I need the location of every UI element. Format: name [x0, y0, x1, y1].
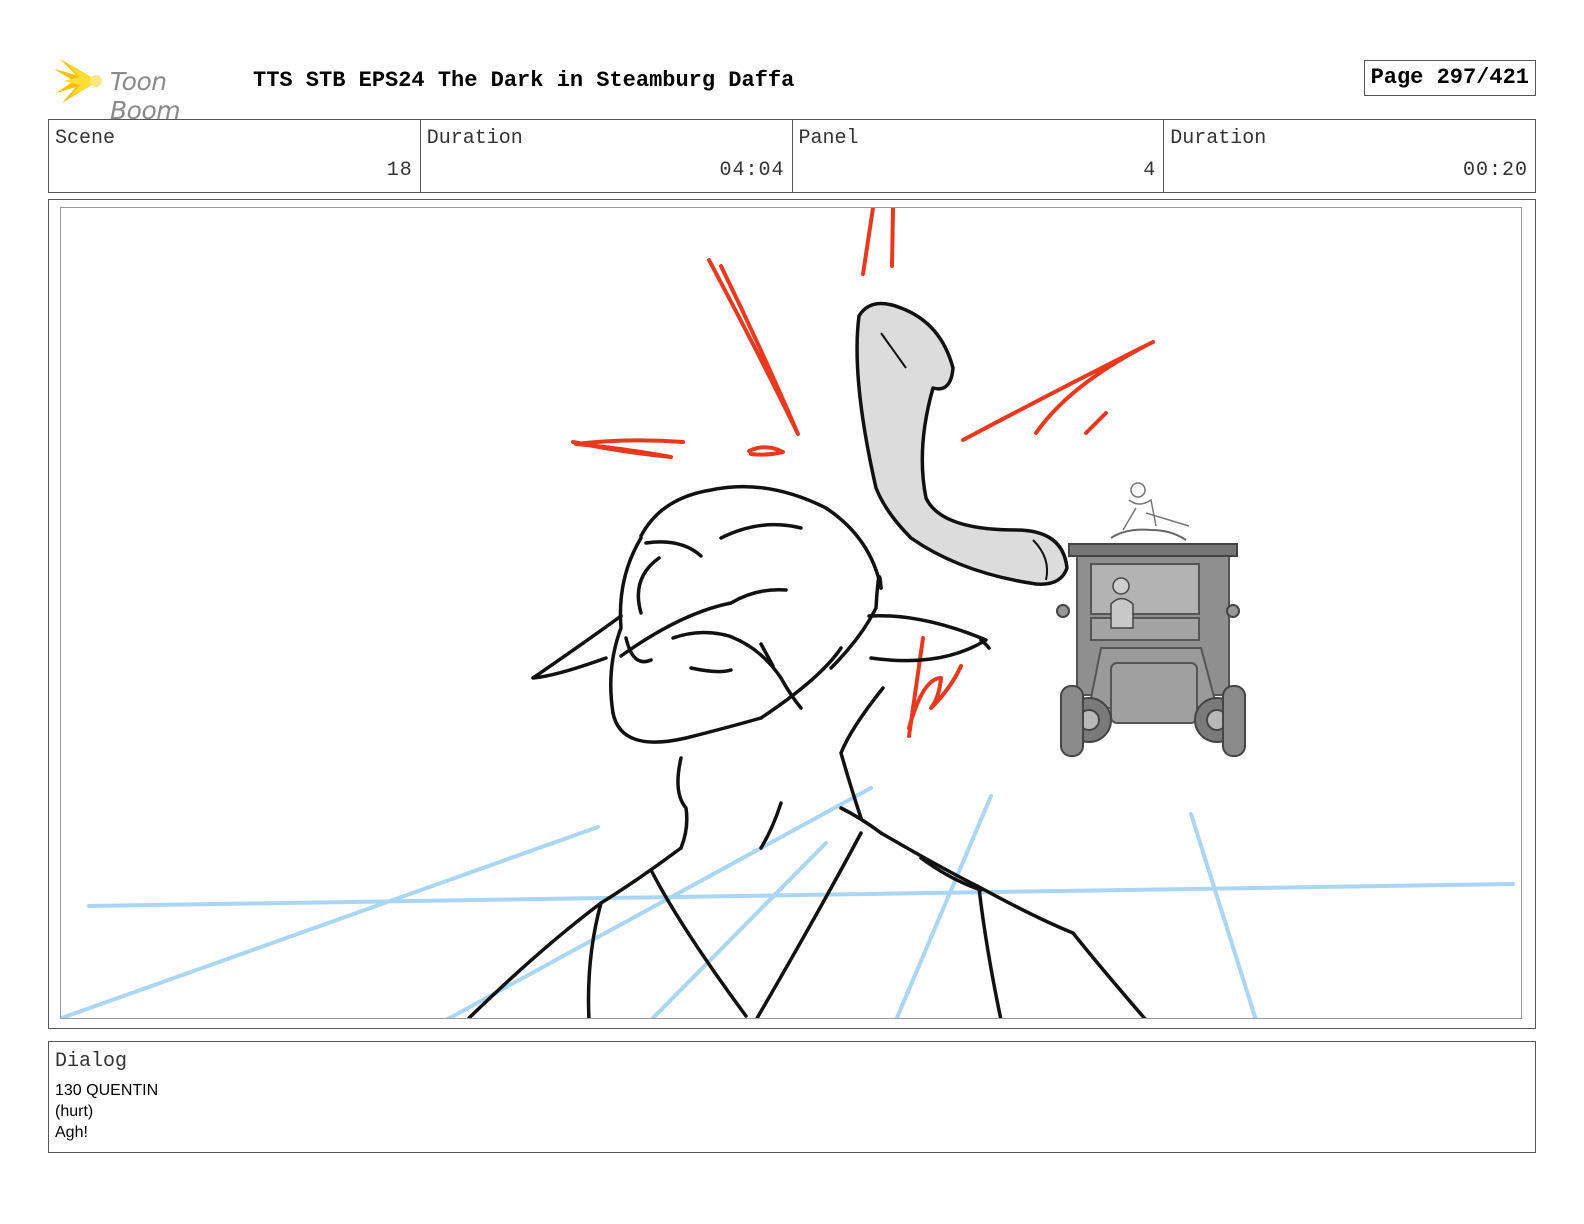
perspective-guides [61, 786, 1515, 1018]
dialog-lines: 130 QUENTIN (hurt) Agh! [55, 1080, 158, 1143]
dialog-line-character: 130 QUENTIN [55, 1082, 159, 1099]
starburst-icon [54, 59, 102, 103]
document-title: TTS STB EPS24 The Dark in Steamburg Daff… [253, 68, 795, 93]
dialog-line-parenthetical: (hurt) [55, 1103, 94, 1120]
storyboard-panel-frame [48, 199, 1536, 1029]
scene-duration-cell: Duration 04:04 [421, 120, 793, 192]
scene-duration-value: 04:04 [719, 159, 785, 182]
panel-duration-label: Duration [1170, 127, 1267, 150]
panel-value: 4 [1143, 159, 1157, 182]
scene-info-table: Scene 18 Duration 04:04 Panel 4 Duration… [48, 119, 1536, 193]
toon-boom-logo: Toon Boom [52, 55, 242, 125]
scene-cell: Scene 18 [49, 120, 421, 192]
panel-duration-value: 00:20 [1462, 159, 1528, 182]
logo-text: Toon Boom [110, 67, 181, 125]
impact-lines [571, 208, 1155, 738]
dialog-box: Dialog 130 QUENTIN (hurt) Agh! [48, 1041, 1536, 1153]
panel-label: Panel [798, 127, 859, 150]
page-number: Page 297/421 [1363, 60, 1536, 96]
dialog-line-speech: Agh! [55, 1124, 88, 1141]
panel-cell: Panel 4 [793, 120, 1165, 192]
steam-car [1056, 482, 1246, 757]
page-header: Toon Boom TTS STB EPS24 The Dark in Stea… [48, 55, 1536, 125]
scene-duration-label: Duration [426, 127, 523, 150]
horn-sketch [855, 301, 1069, 586]
scene-label: Scene [55, 127, 116, 150]
scene-value: 18 [386, 159, 413, 182]
storyboard-panel [60, 207, 1522, 1019]
panel-duration-cell: Duration 00:20 [1164, 120, 1535, 192]
dialog-label: Dialog [55, 1050, 128, 1073]
panel-drawing [61, 208, 1515, 1018]
